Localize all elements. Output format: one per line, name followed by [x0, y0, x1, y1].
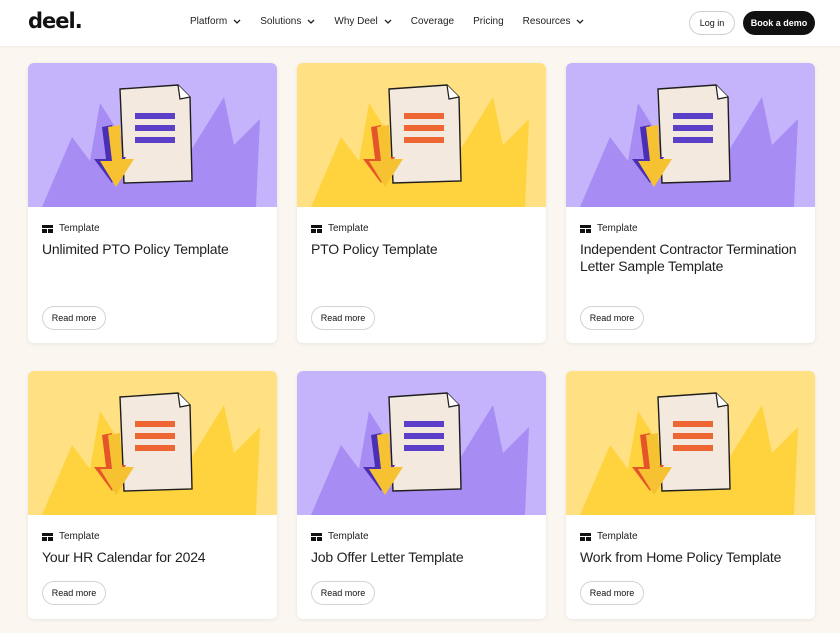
tag-label: Template [328, 223, 369, 234]
template-card[interactable]: Template PTO Policy Template Read more [297, 63, 546, 343]
template-icon [311, 532, 322, 541]
menu-pricing[interactable]: Pricing [473, 16, 504, 27]
menu-label: Solutions [260, 16, 302, 27]
chevron-down-icon [577, 19, 584, 24]
menu-label: Resources [522, 16, 571, 27]
template-card[interactable]: Template Unlimited PTO Policy Template R… [28, 63, 277, 343]
card-title[interactable]: Job Offer Letter Template [311, 549, 531, 566]
read-more-button[interactable]: Read more [311, 306, 375, 330]
template-card[interactable]: Template Work from Home Policy Template … [566, 371, 815, 619]
menu-label: Why Deel [334, 16, 378, 27]
template-illustration [28, 371, 277, 515]
template-icon [311, 224, 322, 233]
card-title[interactable]: Work from Home Policy Template [580, 549, 800, 566]
login-button[interactable]: Log in [689, 11, 735, 35]
content-type-tag: Template [580, 223, 638, 234]
menu-resources[interactable]: Resources [523, 16, 585, 27]
template-illustration [297, 63, 546, 207]
menu-platform[interactable]: Platform [190, 16, 241, 27]
menu-label: Platform [190, 16, 228, 27]
menu-label: Coverage [410, 16, 455, 27]
template-illustration [297, 371, 546, 515]
book-demo-button[interactable]: Book a demo [743, 11, 815, 35]
template-grid: Template Unlimited PTO Policy Template R… [28, 63, 815, 619]
read-more-button[interactable]: Read more [42, 306, 106, 330]
deel-logo[interactable]: deel. [28, 9, 83, 33]
read-more-button[interactable]: Read more [42, 581, 106, 605]
tag-label: Template [59, 223, 100, 234]
template-icon [580, 224, 591, 233]
template-icon [42, 532, 53, 541]
tag-label: Template [328, 531, 369, 542]
tag-label: Template [59, 531, 100, 542]
template-card[interactable]: Template Your HR Calendar for 2024 Read … [28, 371, 277, 619]
top-navigation: deel. Platform Solutions Why Deel Covera… [0, 0, 840, 46]
chevron-down-icon [307, 19, 315, 24]
chevron-down-icon [384, 19, 392, 24]
template-illustration [28, 63, 277, 207]
card-title[interactable]: PTO Policy Template [311, 241, 531, 258]
card-title[interactable]: Independent Contractor Termination Lette… [580, 241, 800, 275]
content-type-tag: Template [580, 531, 638, 542]
chevron-down-icon [233, 19, 241, 24]
menu-solutions[interactable]: Solutions [260, 16, 315, 27]
content-type-tag: Template [42, 223, 100, 234]
template-illustration [566, 371, 815, 515]
content-type-tag: Template [42, 531, 100, 542]
template-icon [580, 532, 591, 541]
template-icon [42, 224, 53, 233]
menu-coverage[interactable]: Coverage [411, 16, 454, 27]
tag-label: Template [597, 223, 638, 234]
read-more-button[interactable]: Read more [580, 581, 644, 605]
card-title[interactable]: Unlimited PTO Policy Template [42, 241, 262, 258]
menu-why-deel[interactable]: Why Deel [334, 16, 392, 27]
template-illustration [566, 63, 815, 207]
main-menu: Platform Solutions Why Deel Coverage Pri… [190, 16, 603, 27]
read-more-button[interactable]: Read more [580, 306, 644, 330]
content-type-tag: Template [311, 223, 369, 234]
menu-label: Pricing [473, 16, 504, 27]
card-title[interactable]: Your HR Calendar for 2024 [42, 549, 262, 566]
template-card[interactable]: Template Independent Contractor Terminat… [566, 63, 815, 343]
content-type-tag: Template [311, 531, 369, 542]
read-more-button[interactable]: Read more [311, 581, 375, 605]
template-card[interactable]: Template Job Offer Letter Template Read … [297, 371, 546, 619]
tag-label: Template [597, 531, 638, 542]
